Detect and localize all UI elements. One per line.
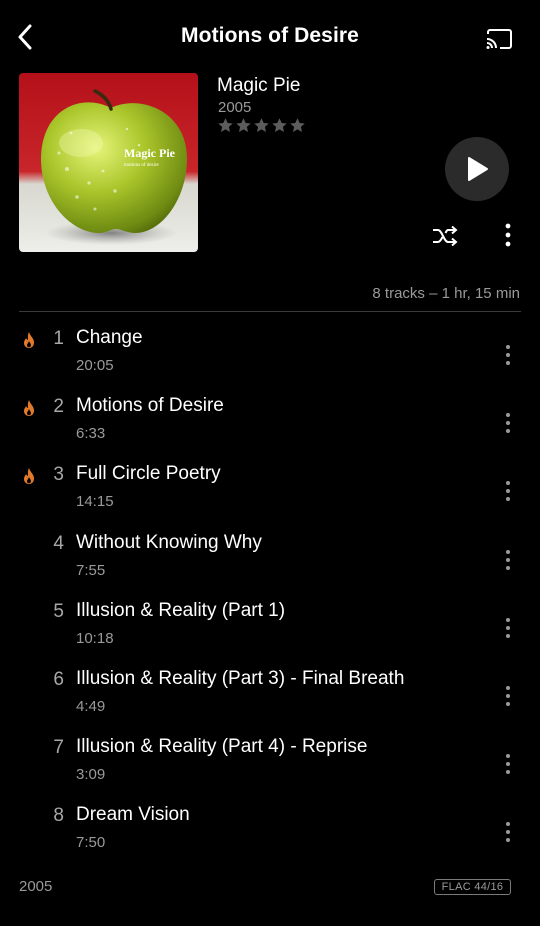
flame-icon (24, 400, 34, 417)
track-title: Motions of Desire (76, 395, 224, 417)
track-number: 4 (53, 532, 64, 554)
album-artist[interactable]: Magic Pie (217, 75, 300, 97)
track-more-button[interactable] (497, 340, 519, 370)
cast-icon (486, 29, 512, 49)
track-row[interactable]: 1 Change 20:05 (0, 320, 540, 388)
track-duration: 3:09 (76, 766, 106, 784)
track-duration: 7:55 (76, 561, 106, 579)
more-vertical-icon (505, 223, 511, 247)
star-icon[interactable] (289, 117, 306, 134)
play-icon (468, 157, 488, 181)
shuffle-button[interactable] (430, 222, 460, 250)
star-icon[interactable] (217, 117, 234, 134)
star-icon[interactable] (235, 117, 252, 134)
track-number: 1 (53, 328, 64, 349)
more-vertical-icon (506, 617, 510, 638)
track-title: Dream Vision (76, 804, 190, 826)
album-year: 2005 (218, 99, 252, 116)
divider (19, 311, 521, 312)
track-summary: 8 tracks – 1 hr, 15 min (372, 285, 520, 302)
track-title: Change (76, 327, 143, 348)
track-row[interactable]: 8 Dream Vision 7:50 (0, 797, 540, 865)
more-vertical-icon (506, 754, 510, 775)
track-more-button[interactable] (497, 749, 519, 779)
star-icon[interactable] (271, 117, 288, 134)
cast-button[interactable] (482, 24, 516, 54)
track-list: 1 Change 20:05 2 Motions of Desire 6:33 … (0, 320, 540, 866)
track-more-button[interactable] (497, 476, 519, 506)
flame-icon (24, 468, 34, 485)
album-more-button[interactable] (497, 220, 519, 250)
track-duration: 7:50 (76, 834, 106, 852)
track-row[interactable]: 6 Illusion & Reality (Part 3) - Final Br… (0, 661, 540, 729)
more-vertical-icon (506, 481, 510, 502)
page-title: Motions of Desire (181, 24, 359, 47)
track-duration: 20:05 (76, 357, 114, 374)
track-title: Without Knowing Why (76, 531, 262, 553)
track-title: Illusion & Reality (Part 1) (76, 599, 286, 621)
more-vertical-icon (506, 413, 510, 434)
cover-album-text: motions of desire (124, 163, 159, 168)
track-duration: 10:18 (76, 629, 114, 647)
track-title: Illusion & Reality (Part 4) - Reprise (76, 736, 368, 758)
more-vertical-icon (506, 685, 510, 706)
track-number: 3 (53, 464, 64, 486)
more-vertical-icon (506, 345, 510, 365)
album-cover[interactable]: Magic Pie motions of desire (19, 73, 198, 252)
track-duration: 6:33 (76, 425, 106, 443)
app-header: Motions of Desire (0, 0, 540, 74)
track-number: 7 (53, 737, 64, 759)
track-more-button[interactable] (497, 613, 519, 643)
track-duration: 14:15 (76, 493, 114, 511)
track-more-button[interactable] (497, 817, 519, 847)
rating-stars[interactable] (217, 117, 306, 134)
track-number: 6 (53, 668, 64, 690)
track-more-button[interactable] (497, 408, 519, 438)
track-title: Full Circle Poetry (76, 463, 221, 485)
track-row[interactable]: 4 Without Knowing Why 7:55 (0, 525, 540, 593)
back-button[interactable] (10, 20, 40, 54)
play-button[interactable] (445, 137, 509, 201)
track-title: Illusion & Reality (Part 3) - Final Brea… (76, 667, 405, 689)
track-duration: 4:49 (76, 697, 106, 715)
footer-year: 2005 (19, 878, 53, 895)
more-vertical-icon (506, 549, 510, 570)
track-number: 2 (53, 396, 64, 418)
cover-band-text: Magic Pie (124, 146, 176, 160)
track-row[interactable]: 3 Full Circle Poetry 14:15 (0, 456, 540, 524)
chevron-left-icon (18, 24, 32, 50)
track-row[interactable]: 7 Illusion & Reality (Part 4) - Reprise … (0, 729, 540, 797)
track-row[interactable]: 5 Illusion & Reality (Part 1) 10:18 (0, 593, 540, 661)
star-icon[interactable] (253, 117, 270, 134)
track-more-button[interactable] (497, 681, 519, 711)
flame-icon (24, 332, 34, 348)
track-number: 8 (53, 805, 64, 827)
format-badge: FLAC 44/16 (434, 879, 511, 895)
track-more-button[interactable] (497, 545, 519, 575)
more-vertical-icon (506, 822, 510, 843)
track-row[interactable]: 2 Motions of Desire 6:33 (0, 388, 540, 456)
track-number: 5 (53, 600, 64, 622)
shuffle-icon (433, 225, 458, 247)
